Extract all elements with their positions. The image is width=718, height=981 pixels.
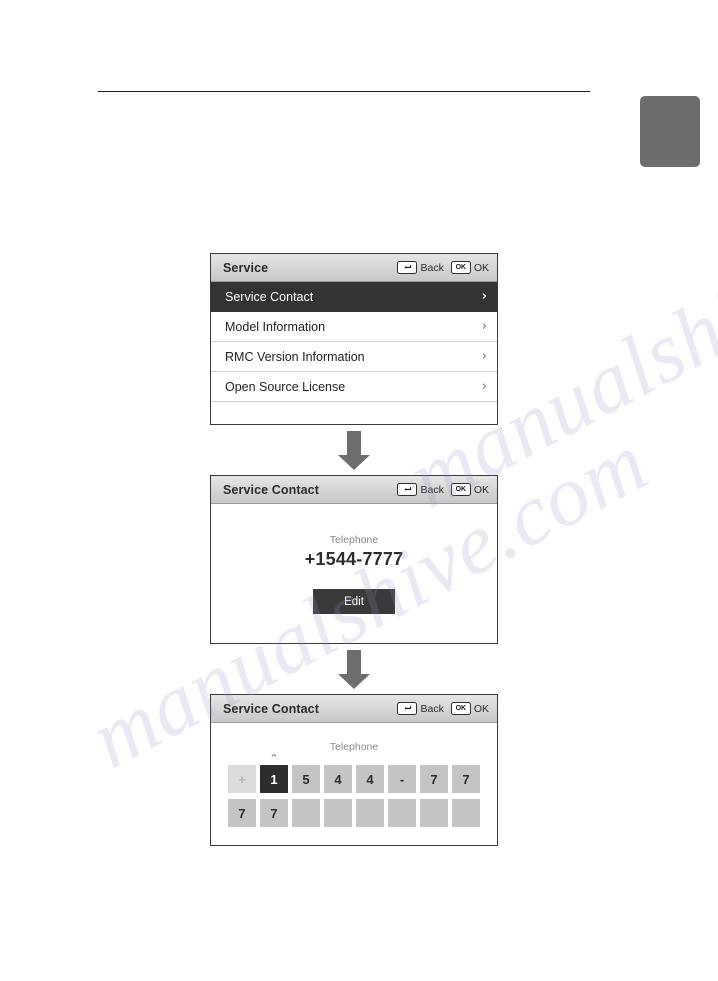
ok-action[interactable]: OK OK — [450, 261, 489, 274]
digit-cell-selected[interactable]: ⌃ 1 ⌄ — [260, 753, 288, 805]
panel-header: Service Contact Back OK OK — [211, 476, 497, 504]
panel-title: Service — [223, 260, 269, 275]
header-actions: Back OK OK — [397, 261, 489, 274]
menu-item-open-source-license[interactable]: Open Source License › — [211, 372, 497, 402]
digit-cell[interactable]: 7 — [452, 765, 480, 793]
back-action[interactable]: Back — [397, 261, 444, 274]
ok-key-icon: OK — [450, 702, 471, 715]
digit-row-1: + ⌃ 1 ⌄ 5 4 4 - 7 7 — [211, 753, 497, 805]
back-return-key-icon — [397, 261, 418, 274]
digit-cell-value: 1 — [270, 771, 278, 787]
digit-row-2: 7 7 — [211, 799, 497, 827]
digit-cell-empty[interactable] — [324, 799, 352, 827]
back-action[interactable]: Back — [397, 702, 444, 715]
service-contact-editor-panel: Service Contact Back OK OK Telephone + ⌃… — [210, 694, 498, 846]
menu-item-label: RMC Version Information — [225, 349, 365, 364]
service-contact-panel: Service Contact Back OK OK Telephone +15… — [210, 475, 498, 644]
digit-cell[interactable]: - — [388, 765, 416, 793]
panel-header: Service Back OK OK — [211, 254, 497, 282]
chevron-right-icon: › — [481, 349, 487, 364]
digit-cell[interactable]: 7 — [228, 799, 256, 827]
page-top-rule — [98, 91, 590, 92]
ok-key-icon: OK — [450, 483, 471, 496]
digit-cell[interactable]: 4 — [356, 765, 384, 793]
screen-flow: Service Back OK OK Service Contact › Mod… — [210, 253, 500, 846]
menu-item-placeholder — [211, 402, 497, 424]
digit-cell[interactable]: 5 — [292, 765, 320, 793]
digit-cell-empty[interactable] — [420, 799, 448, 827]
ok-action[interactable]: OK OK — [450, 702, 489, 715]
digit-cell[interactable]: + — [228, 765, 256, 793]
telephone-label: Telephone — [329, 534, 379, 546]
ok-label: OK — [473, 702, 489, 715]
menu-item-model-information[interactable]: Model Information › — [211, 312, 497, 342]
digit-cell-empty[interactable] — [452, 799, 480, 827]
digit-cell[interactable]: 7 — [260, 799, 288, 827]
header-actions: Back OK OK — [397, 702, 489, 715]
edit-button[interactable]: Edit — [313, 589, 395, 614]
telephone-value: +1544-7777 — [304, 549, 404, 569]
back-action[interactable]: Back — [397, 483, 444, 496]
arrow-down-icon — [338, 431, 370, 470]
caret-up-icon[interactable]: ⌃ — [269, 753, 278, 764]
flow-arrow-2 — [210, 644, 498, 694]
menu-item-rmc-version-information[interactable]: RMC Version Information › — [211, 342, 497, 372]
back-label: Back — [420, 483, 444, 496]
arrow-down-icon — [338, 650, 370, 689]
menu-item-label: Service Contact — [225, 289, 314, 304]
contact-body: Telephone +1544-7777 Edit — [211, 504, 497, 643]
back-label: Back — [420, 702, 444, 715]
flow-arrow-1 — [210, 425, 498, 475]
panel-title: Service Contact — [223, 701, 319, 716]
editor-body: Telephone + ⌃ 1 ⌄ 5 4 4 - 7 7 7 7 — [211, 723, 497, 845]
digit-cell-empty[interactable] — [292, 799, 320, 827]
back-label: Back — [420, 261, 444, 274]
ok-key-icon: OK — [450, 261, 471, 274]
menu-item-label: Open Source License — [225, 379, 346, 394]
ok-action[interactable]: OK OK — [450, 483, 489, 496]
chevron-right-icon: › — [481, 379, 487, 394]
back-return-key-icon — [397, 702, 418, 715]
ok-label: OK — [473, 483, 489, 496]
panel-title: Service Contact — [223, 482, 319, 497]
menu-item-service-contact[interactable]: Service Contact › — [211, 282, 497, 312]
digit-cell-empty[interactable] — [356, 799, 384, 827]
back-return-key-icon — [397, 483, 418, 496]
page-section-tab — [640, 96, 700, 167]
panel-header: Service Contact Back OK OK — [211, 695, 497, 723]
ok-label: OK — [473, 261, 489, 274]
digit-cell[interactable]: 4 — [324, 765, 352, 793]
digit-cell[interactable]: 7 — [420, 765, 448, 793]
service-menu-panel: Service Back OK OK Service Contact › Mod… — [210, 253, 498, 425]
chevron-right-icon: › — [481, 289, 487, 304]
header-actions: Back OK OK — [397, 483, 489, 496]
menu-item-label: Model Information — [225, 319, 326, 334]
chevron-right-icon: › — [481, 319, 487, 334]
service-menu-list: Service Contact › Model Information › RM… — [211, 282, 497, 424]
telephone-label: Telephone — [329, 741, 379, 753]
digit-cell-empty[interactable] — [388, 799, 416, 827]
